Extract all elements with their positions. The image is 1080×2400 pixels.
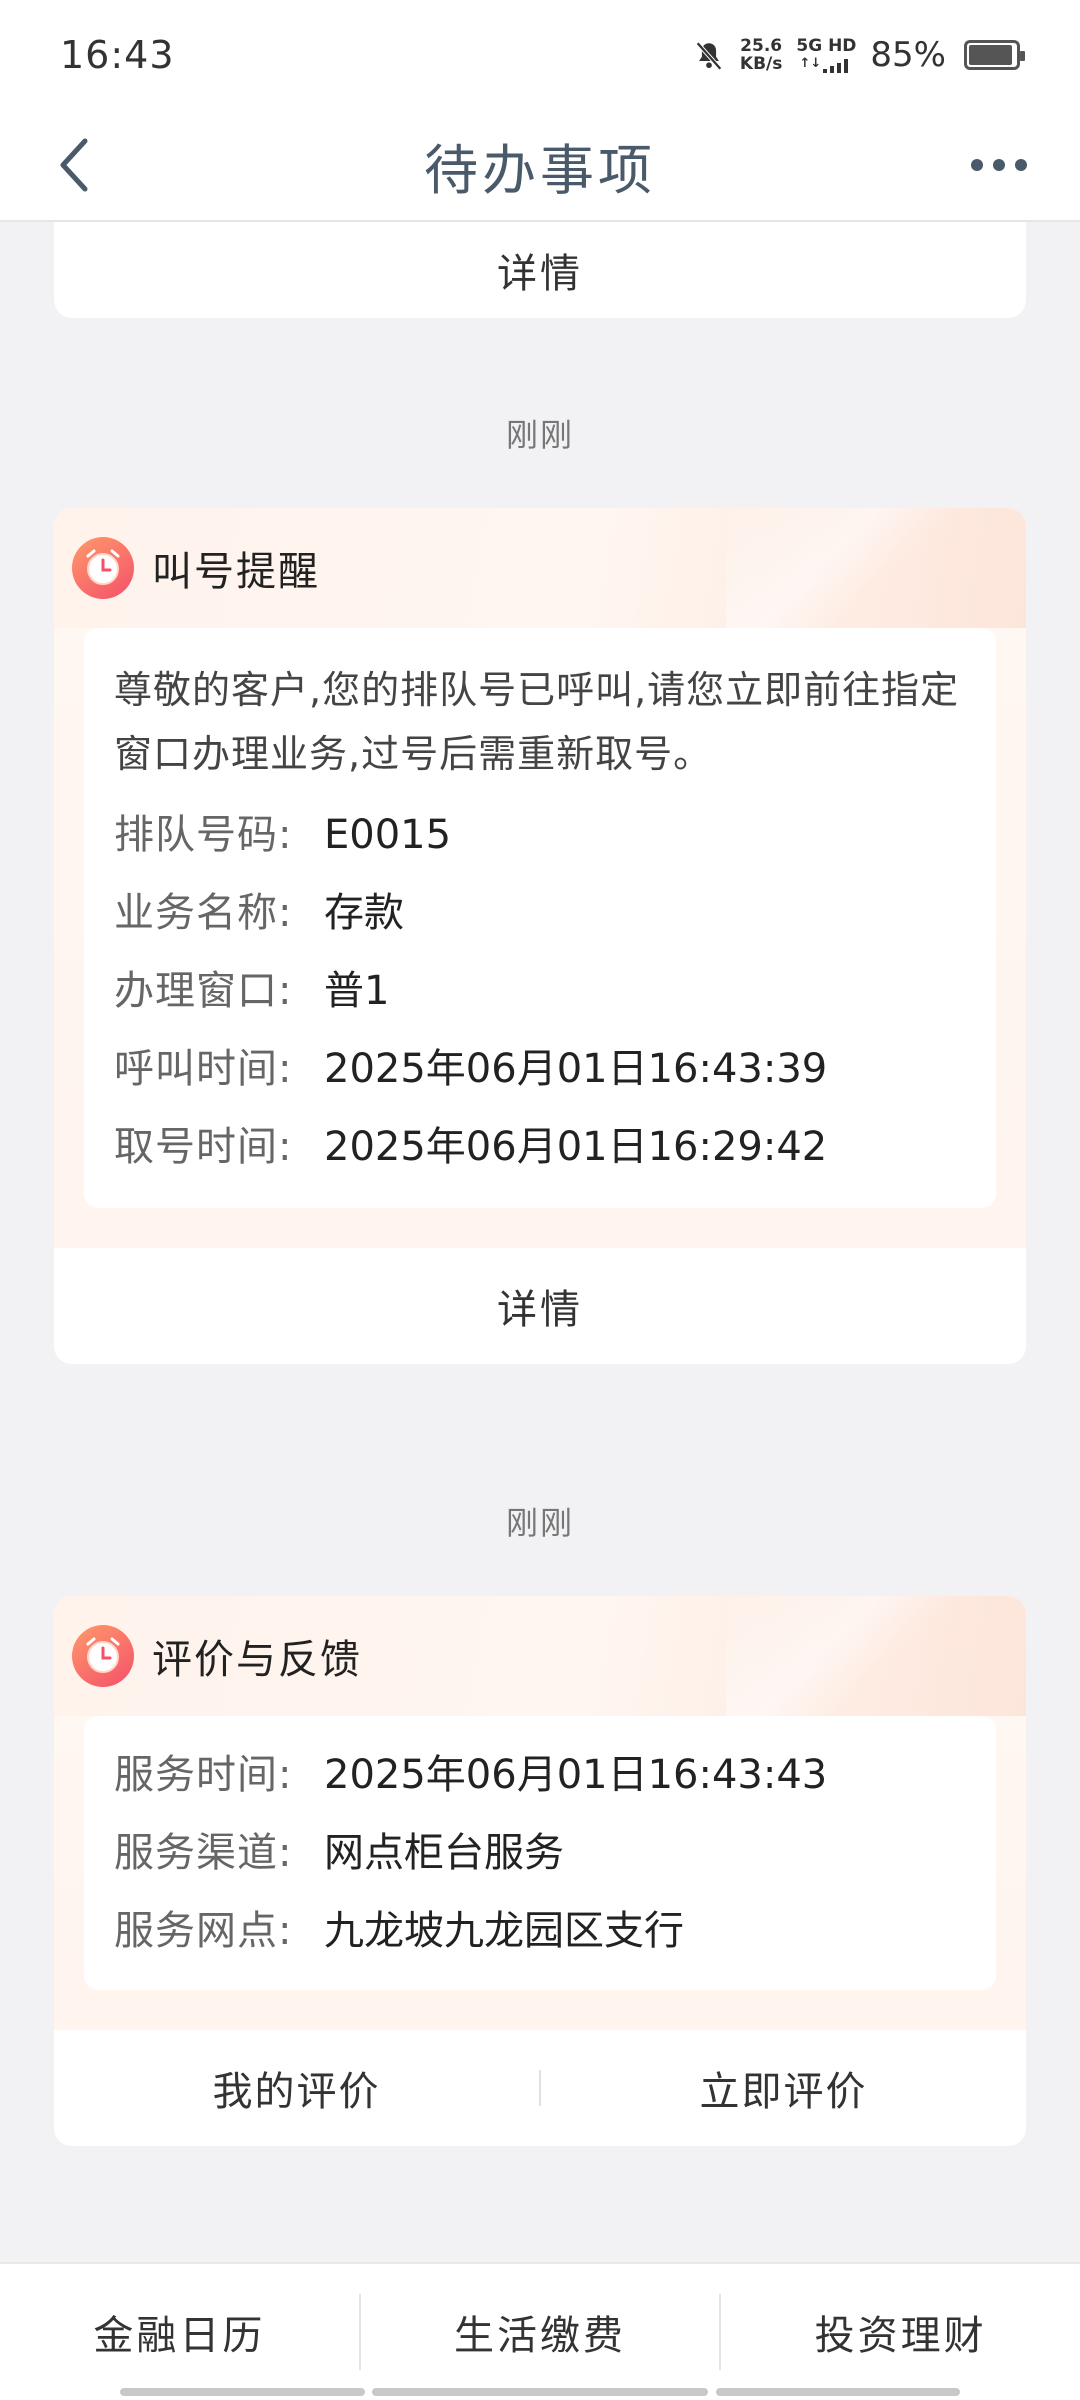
detail-label: 办理窗口: — [114, 968, 293, 1014]
card-header: 评价与反馈 — [54, 1596, 1026, 1716]
network-indicator: 5G HD ↑↓ — [796, 37, 856, 73]
alarm-clock-icon — [72, 1625, 134, 1687]
detail-row: 取号时间: 2025年06月01日16:29:42 — [114, 1108, 966, 1186]
mute-bell-icon — [692, 38, 726, 72]
detail-row: 业务名称: 存款 — [114, 874, 966, 952]
tab-indicators — [0, 2388, 1080, 2396]
status-bar: 16:43 25.6 KB/s 5G HD ↑↓ 85% — [0, 0, 1080, 110]
tab-investment[interactable]: 投资理财 — [721, 2303, 1080, 2361]
timestamp: 刚刚 — [505, 416, 574, 454]
detail-row: 服务渠道: 网点柜台服务 — [114, 1814, 966, 1892]
detail-value: 2025年06月01日16:43:39 — [324, 1046, 828, 1092]
nav-bar: 待办事项 — [0, 110, 1080, 222]
detail-row: 办理窗口: 普1 — [114, 952, 966, 1030]
details-button[interactable]: 详情 — [54, 1248, 1026, 1364]
back-arrow-icon[interactable] — [40, 130, 110, 200]
card-body-wrap: 服务时间: 2025年06月01日16:43:43 服务渠道: 网点柜台服务 服务网… — [54, 1716, 1026, 2030]
detail-label: 服务网点: — [114, 1908, 293, 1954]
my-review-button[interactable]: 我的评价 — [54, 2059, 539, 2117]
tab-financial-calendar[interactable]: 金融日历 — [0, 2303, 359, 2361]
feedback-card: 评价与反馈 服务时间: 2025年06月01日16:43:43 服务渠道: 网点柜台… — [54, 1596, 1026, 2146]
tab-indicator — [716, 2388, 960, 2396]
detail-row: 服务时间: 2025年06月01日16:43:43 — [114, 1736, 966, 1814]
detail-value: 存款 — [324, 890, 404, 936]
detail-label: 取号时间: — [114, 1124, 293, 1170]
tab-indicator — [120, 2388, 365, 2396]
battery-icon — [964, 40, 1025, 70]
battery-fill — [969, 45, 1012, 65]
signal-icon: ↑↓ — [796, 55, 856, 73]
battery-percent: 85% — [870, 35, 946, 75]
detail-label: 排队号码: — [114, 812, 293, 858]
detail-value: 2025年06月01日16:29:42 — [324, 1124, 828, 1170]
timestamp: 刚刚 — [505, 1504, 574, 1542]
detail-value: E0015 — [324, 812, 452, 858]
tab-indicator — [372, 2388, 708, 2396]
more-dots-icon[interactable] — [954, 130, 1044, 200]
detail-label: 业务名称: — [114, 890, 293, 936]
detail-label: 呼叫时间: — [114, 1046, 293, 1092]
details-button[interactable]: 详情 — [54, 222, 1026, 318]
alarm-clock-icon — [72, 537, 134, 599]
previous-card: 详情 — [54, 222, 1026, 318]
queue-message: 尊敬的客户,您的排队号已呼叫,请您立即前往指定窗口办理业务,过号后需重新取号。 — [114, 668, 960, 776]
net-speed-unit: KB/s — [739, 54, 783, 74]
detail-value: 九龙坡九龙园区支行 — [324, 1908, 684, 1954]
card-title: 叫号提醒 — [152, 549, 320, 595]
detail-row: 呼叫时间: 2025年06月01日16:43:39 — [114, 1030, 966, 1108]
detail-row: 服务网点: 九龙坡九龙园区支行 — [114, 1892, 966, 1970]
net-speed-value: 25.6 — [740, 36, 783, 56]
queue-reminder-card: 叫号提醒 尊敬的客户,您的排队号已呼叫,请您立即前往指定窗口办理业务,过号后需重… — [54, 508, 1026, 1364]
detail-value: 2025年06月01日16:43:43 — [324, 1752, 828, 1798]
status-time: 16:43 — [60, 33, 175, 77]
tab-bill-payment[interactable]: 生活缴费 — [361, 2303, 720, 2361]
card-header: 叫号提醒 — [54, 508, 1026, 628]
detail-value: 网点柜台服务 — [324, 1830, 564, 1876]
detail-label: 服务渠道: — [114, 1830, 293, 1876]
rate-now-button[interactable]: 立即评价 — [541, 2059, 1026, 2117]
card-body-wrap: 尊敬的客户,您的排队号已呼叫,请您立即前往指定窗口办理业务,过号后需重新取号。 … — [54, 628, 1026, 1248]
card-body: 服务时间: 2025年06月01日16:43:43 服务渠道: 网点柜台服务 服务网… — [84, 1716, 996, 1990]
status-indicators: 25.6 KB/s 5G HD ↑↓ 85% — [692, 35, 1025, 75]
card-title: 评价与反馈 — [152, 1637, 362, 1683]
network-type: 5G HD — [796, 36, 857, 56]
detail-value: 普1 — [324, 968, 390, 1014]
bottom-tab-bar: 金融日历 生活缴费 投资理财 — [0, 2262, 1080, 2400]
card-body: 尊敬的客户,您的排队号已呼叫,请您立即前往指定窗口办理业务,过号后需重新取号。 … — [84, 628, 996, 1208]
page-title: 待办事项 — [424, 138, 656, 202]
detail-row: 排队号码: E0015 — [114, 796, 966, 874]
network-activity: ↑↓ — [799, 56, 822, 71]
feedback-actions: 我的评价 立即评价 — [54, 2030, 1026, 2146]
detail-label: 服务时间: — [114, 1752, 293, 1798]
net-speed: 25.6 KB/s — [740, 37, 782, 73]
